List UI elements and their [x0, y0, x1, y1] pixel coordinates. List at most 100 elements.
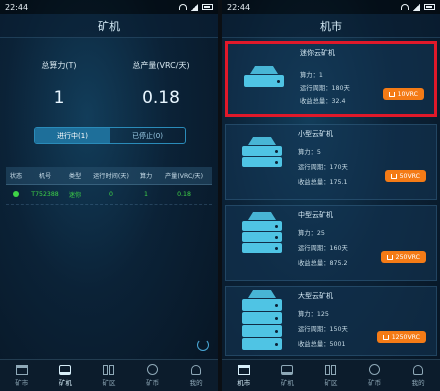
bottom-tab-bar: 矿市 矿机 矿区 矿币 我的: [0, 359, 218, 391]
buy-price: 10VRC: [397, 90, 418, 98]
user-icon: [191, 364, 202, 375]
tab-label: 矿区: [102, 378, 116, 387]
product-power: 算力：5: [298, 149, 321, 156]
buy-button[interactable]: 50VRC: [384, 170, 426, 182]
machine-power: 1: [144, 191, 148, 198]
machine-output: 0.18: [177, 191, 191, 198]
product-yield: 收益总量：175.1: [298, 179, 348, 186]
tab-label: 机市: [237, 378, 251, 387]
wifi-icon: [179, 4, 187, 10]
server-top: [248, 212, 276, 220]
machine-type: 迷你: [68, 192, 82, 199]
tab-stopped[interactable]: 已停止(0): [110, 128, 185, 143]
server-unit: [242, 157, 282, 167]
battery-icon: [424, 4, 435, 10]
market-icon: [237, 364, 250, 375]
tab-label: 矿币: [368, 379, 382, 387]
server-top: [248, 290, 276, 298]
page-title: 矿机: [0, 14, 218, 38]
table-row[interactable]: T752388 迷你 0 1 0.18: [6, 185, 212, 205]
product-yield: 收益总量：5001: [298, 341, 346, 348]
tab-label: 我的: [189, 378, 203, 387]
tab-miner[interactable]: 矿机: [44, 360, 88, 391]
product-yield: 收益总量：875.2: [298, 260, 348, 267]
signal-icon: [413, 3, 420, 11]
cart-icon: [388, 91, 395, 97]
coin-icon: [147, 364, 159, 375]
tab-label: 矿机: [58, 378, 72, 387]
server-unit: [242, 325, 282, 337]
status-icons: [401, 3, 435, 11]
product-power: 算力：125: [298, 311, 329, 318]
cart-icon: [390, 173, 397, 179]
server-icon: [244, 66, 284, 87]
user-icon: [413, 364, 424, 375]
product-name: 大型云矿机: [298, 292, 333, 300]
tab-coin[interactable]: 矿币: [131, 360, 175, 391]
buy-price: 250VRC: [395, 253, 420, 261]
product-period: 运行周期：150天: [298, 326, 348, 333]
tab-me[interactable]: 我的: [174, 360, 218, 391]
screenshot-stage: 22:44 矿机 总算力(T) 总产量(VRC/天) 1 0.18 进行中(1)…: [0, 0, 440, 391]
refresh-icon[interactable]: [197, 339, 209, 351]
product-yield: 收益总量：32.4: [300, 98, 346, 105]
miner-screen: 22:44 矿机 总算力(T) 总产量(VRC/天) 1 0.18 进行中(1)…: [0, 0, 218, 391]
status-time: 22:44: [227, 2, 251, 12]
buy-button[interactable]: 10VRC: [382, 88, 424, 100]
buy-price: 1250VRC: [391, 333, 420, 341]
battery-icon: [202, 4, 213, 10]
product-power: 算力：1: [300, 72, 323, 79]
machine-id: T752388: [31, 191, 59, 198]
buy-button[interactable]: 250VRC: [380, 251, 426, 263]
running-status-icon: [13, 190, 19, 197]
server-unit: [242, 299, 282, 311]
server-top: [248, 137, 276, 145]
tab-mine-area[interactable]: 矿区: [87, 360, 131, 391]
status-segmented-control: 进行中(1) 已停止(0): [34, 127, 186, 144]
bottom-tab-bar: 机市 矿机 矿区 矿币 我的: [222, 359, 440, 391]
tab-market[interactable]: 矿市: [0, 360, 44, 391]
mine-area-icon: [102, 364, 115, 375]
product-card-mini[interactable]: 迷你云矿机 算力：1 运行周期：180天 收益总量：32.4 10VRC: [225, 41, 437, 117]
miner-icon: [59, 364, 72, 375]
product-card-medium[interactable]: 中型云矿机 算力：25 运行周期：160天 收益总量：875.2 250VRC: [225, 205, 437, 281]
mine-area-icon: [324, 364, 337, 375]
product-name: 迷你云矿机: [300, 49, 335, 57]
col-status: 状态: [9, 173, 23, 180]
miner-icon: [281, 364, 294, 375]
runtime-days: 0: [109, 191, 113, 198]
status-dot-cell: [6, 190, 26, 199]
tab-coin[interactable]: 矿币: [353, 360, 397, 391]
tab-mine-area[interactable]: 矿区: [309, 360, 353, 391]
server-unit: [242, 232, 282, 242]
buy-button[interactable]: 1250VRC: [376, 331, 426, 343]
tab-market[interactable]: 机市: [222, 360, 266, 391]
tab-label: 我的: [411, 378, 425, 387]
cart-icon: [382, 334, 389, 340]
page-title: 机市: [222, 14, 440, 38]
product-card-large[interactable]: 大型云矿机 算力：125 运行周期：150天 收益总量：5001 1250VRC: [225, 286, 437, 356]
tab-label: 矿币: [146, 379, 160, 387]
col-machine-id: 机号: [38, 173, 52, 180]
tab-running[interactable]: 进行中(1): [35, 128, 110, 143]
server-unit: [242, 221, 282, 231]
buy-price: 50VRC: [399, 172, 420, 180]
col-type: 类型: [68, 173, 82, 180]
total-output-value: 0.18: [142, 88, 180, 108]
col-runtime: 运行时间(天): [93, 173, 129, 180]
product-period: 运行周期：170天: [298, 164, 348, 171]
server-icon: [242, 137, 282, 167]
col-output: 产量(VRC/天): [164, 173, 204, 180]
coin-icon: [369, 364, 381, 375]
product-card-small[interactable]: 小型云矿机 算力：5 运行周期：170天 收益总量：175.1 50VRC: [225, 124, 437, 200]
product-period: 运行周期：180天: [300, 85, 350, 92]
product-name: 中型云矿机: [298, 211, 333, 219]
tab-miner[interactable]: 矿机: [266, 360, 310, 391]
tab-me[interactable]: 我的: [396, 360, 440, 391]
cart-icon: [386, 254, 393, 260]
status-bar: 22:44: [222, 0, 440, 14]
server-icon: [242, 212, 282, 253]
product-power: 算力：25: [298, 230, 325, 237]
signal-icon: [191, 3, 198, 11]
tab-label: 矿市: [15, 378, 29, 387]
